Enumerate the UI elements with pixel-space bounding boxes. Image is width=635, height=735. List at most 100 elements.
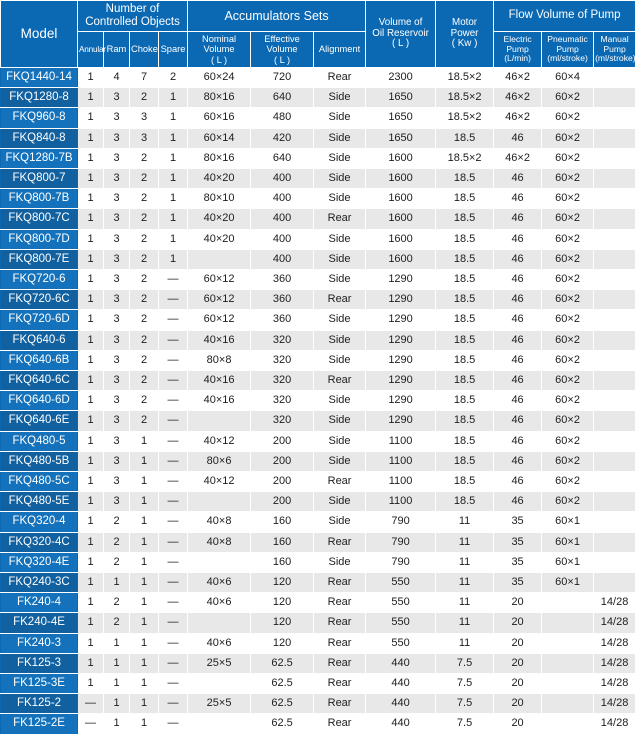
cell-choke: 1 <box>130 532 159 552</box>
cell-electric-pump: 46 <box>494 168 542 188</box>
cell-model: FKQ800-7E <box>1 249 78 269</box>
header-electric-pump-line3: (L/min) <box>504 53 531 63</box>
cell-effective-volume: 200 <box>251 472 314 492</box>
cell-annular: 1 <box>78 88 104 108</box>
cell-manual-pump <box>594 350 635 370</box>
cell-oil-reservoir: 1650 <box>366 88 436 108</box>
cell-manual-pump <box>594 249 635 269</box>
cell-spare: — <box>159 512 188 532</box>
cell-pneumatic-pump <box>542 714 594 734</box>
cell-effective-volume: 640 <box>251 88 314 108</box>
cell-electric-pump: 46 <box>494 128 542 148</box>
cell-spare: — <box>159 593 188 613</box>
table-row: FKQ320-4E121—160Side790113560×1 <box>1 552 635 572</box>
cell-choke: 2 <box>130 350 159 370</box>
cell-manual-pump <box>594 229 635 249</box>
cell-motor-power: 18.5 <box>436 391 494 411</box>
cell-oil-reservoir: 1600 <box>366 189 436 209</box>
cell-spare: — <box>159 573 188 593</box>
cell-motor-power: 11 <box>436 532 494 552</box>
cell-choke: 1 <box>130 694 159 714</box>
cell-spare: 1 <box>159 249 188 269</box>
cell-spare: 1 <box>159 209 188 229</box>
cell-manual-pump <box>594 148 635 168</box>
cell-manual-pump <box>594 573 635 593</box>
table-row: FKQ480-5131—40×12200Side110018.54660×2 <box>1 431 635 451</box>
table-row: FK240-4121—40×6120Rear550112014/28 <box>1 593 635 613</box>
cell-pneumatic-pump: 60×2 <box>542 128 594 148</box>
cell-pneumatic-pump: 60×1 <box>542 532 594 552</box>
cell-model: FKQ640-6E <box>1 411 78 431</box>
cell-motor-power: 7.5 <box>436 714 494 734</box>
cell-annular: 1 <box>78 128 104 148</box>
cell-alignment: Rear <box>314 290 366 310</box>
cell-nominal-volume: 80×10 <box>188 189 251 209</box>
cell-effective-volume: 320 <box>251 330 314 350</box>
cell-alignment: Rear <box>314 674 366 694</box>
cell-nominal-volume <box>188 411 251 431</box>
cell-ram: 3 <box>104 189 130 209</box>
cell-nominal-volume: 40×6 <box>188 593 251 613</box>
cell-annular: 1 <box>78 209 104 229</box>
cell-motor-power: 11 <box>436 633 494 653</box>
cell-choke: 2 <box>130 229 159 249</box>
cell-model: FKQ640-6C <box>1 371 78 391</box>
cell-ram: 1 <box>104 694 130 714</box>
cell-electric-pump: 46 <box>494 371 542 391</box>
cell-choke: 2 <box>130 270 159 290</box>
cell-motor-power: 11 <box>436 573 494 593</box>
cell-electric-pump: 46 <box>494 270 542 290</box>
cell-effective-volume: 360 <box>251 270 314 290</box>
cell-annular: — <box>78 694 104 714</box>
cell-oil-reservoir: 1600 <box>366 168 436 188</box>
cell-effective-volume: 120 <box>251 573 314 593</box>
cell-ram: 3 <box>104 229 130 249</box>
cell-electric-pump: 46 <box>494 229 542 249</box>
cell-model: FKQ640-6D <box>1 391 78 411</box>
cell-ram: 1 <box>104 633 130 653</box>
cell-manual-pump <box>594 552 635 572</box>
cell-model: FK125-3E <box>1 674 78 694</box>
cell-alignment: Rear <box>314 532 366 552</box>
cell-ram: 3 <box>104 168 130 188</box>
cell-model: FKQ1280-7B <box>1 148 78 168</box>
cell-annular: 1 <box>78 290 104 310</box>
table-row: FKQ320-4121—40×8160Side790113560×1 <box>1 512 635 532</box>
cell-choke: 1 <box>130 552 159 572</box>
cell-effective-volume: 160 <box>251 512 314 532</box>
cell-ram: 3 <box>104 108 130 128</box>
cell-choke: 1 <box>130 573 159 593</box>
cell-oil-reservoir: 1290 <box>366 290 436 310</box>
cell-effective-volume: 160 <box>251 532 314 552</box>
cell-model: FKQ240-3C <box>1 573 78 593</box>
table-row: FK240-4E121—120Rear550112014/28 <box>1 613 635 633</box>
cell-ram: 3 <box>104 270 130 290</box>
cell-motor-power: 11 <box>436 593 494 613</box>
cell-spare: — <box>159 633 188 653</box>
cell-manual-pump <box>594 532 635 552</box>
cell-motor-power: 18.5 <box>436 451 494 471</box>
cell-alignment: Rear <box>314 573 366 593</box>
cell-electric-pump: 46 <box>494 391 542 411</box>
header-model: Model <box>1 1 78 68</box>
table-row: FKQ640-6132—40×16320Side129018.54660×2 <box>1 330 635 350</box>
cell-ram: 2 <box>104 593 130 613</box>
cell-oil-reservoir: 1290 <box>366 411 436 431</box>
cell-electric-pump: 46 <box>494 330 542 350</box>
cell-nominal-volume: 40×20 <box>188 209 251 229</box>
cell-effective-volume: 480 <box>251 108 314 128</box>
cell-electric-pump: 46 <box>494 411 542 431</box>
cell-electric-pump: 46 <box>494 290 542 310</box>
cell-alignment: Side <box>314 411 366 431</box>
header-nominal-volume-line2: Volume <box>204 44 235 54</box>
header-motor-power-line2: Power <box>451 28 479 39</box>
cell-pneumatic-pump: 60×2 <box>542 249 594 269</box>
header-annular: Annular <box>78 31 104 67</box>
cell-model: FKQ480-5C <box>1 472 78 492</box>
cell-alignment: Side <box>314 350 366 370</box>
cell-ram: 2 <box>104 613 130 633</box>
cell-pneumatic-pump <box>542 593 594 613</box>
cell-motor-power: 18.5 <box>436 168 494 188</box>
cell-annular: 1 <box>78 593 104 613</box>
cell-oil-reservoir: 1290 <box>366 270 436 290</box>
